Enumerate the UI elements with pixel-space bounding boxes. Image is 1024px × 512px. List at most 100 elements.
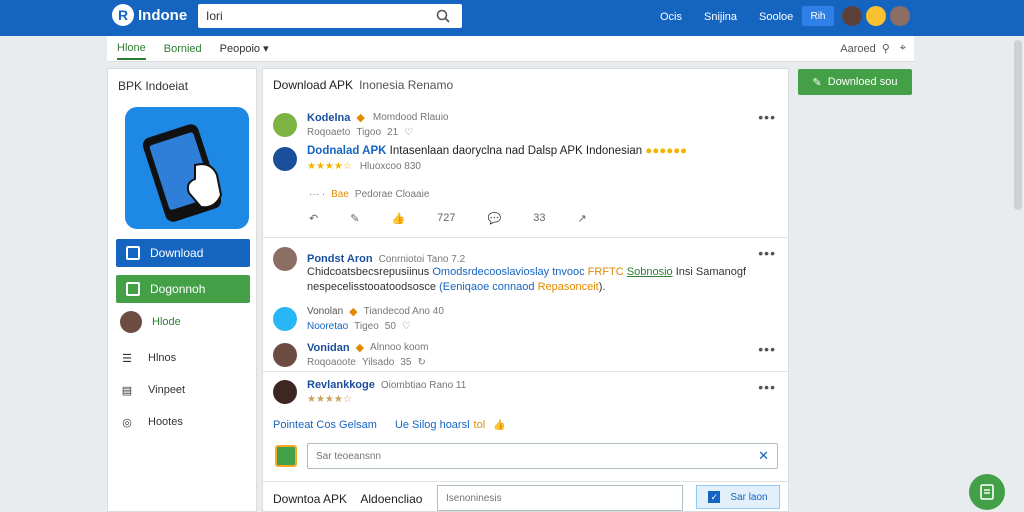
avatar[interactable] (273, 306, 297, 331)
download-now-button[interactable]: ✎ Downloed sou (798, 69, 912, 95)
bottom-input[interactable] (446, 492, 676, 504)
sidebar-item-label: Vinpeet (148, 384, 186, 396)
avatar[interactable] (273, 247, 297, 271)
sidebar-item-home[interactable]: Hlode (120, 311, 181, 333)
post-link[interactable]: Ue Silog hoarsl (395, 419, 470, 431)
bottom-submit-button[interactable]: ✓ Sar laon (696, 485, 780, 509)
bottom-label-a: Downtoa APK (273, 492, 348, 506)
edit-icon[interactable]: ✎ (350, 212, 359, 225)
search-input[interactable] (206, 9, 426, 23)
document-icon (980, 484, 994, 500)
more-options-icon[interactable]: ••• (758, 379, 776, 395)
post-author[interactable]: Vonidan (307, 342, 350, 354)
post-text: Dodnalad APK Intasenlaan daoryclna nad D… (307, 145, 687, 157)
subbar-right-label[interactable]: Aaroed (840, 43, 875, 55)
post-meta: 21 (387, 127, 399, 138)
post-1-body: Dodnalad APK Intasenlaan daoryclna nad D… (273, 145, 687, 172)
page-title-main: Download APK (273, 78, 354, 92)
nav-item-1[interactable]: Ocis (660, 11, 682, 23)
logo[interactable]: R Indone (112, 4, 187, 26)
post-author[interactable]: Vonolan (307, 306, 343, 317)
emoji-icon[interactable] (866, 6, 886, 26)
logo-icon: R (112, 4, 134, 26)
tab-home[interactable]: Hlone (117, 38, 146, 60)
comment-icon[interactable]: 💬 (488, 212, 502, 225)
filter-icon[interactable]: ⚲ (882, 42, 890, 55)
post-meta: Momdood Rlauio (372, 112, 449, 123)
floating-action-button[interactable] (969, 474, 1005, 510)
bottom-label-b: Aldoencliao (360, 492, 423, 506)
comment-input[interactable] (316, 450, 736, 462)
post-author[interactable]: Revlankkoge (307, 379, 375, 391)
post-link[interactable]: Pointeat Cos Gelsam (273, 419, 377, 431)
like-icon[interactable]: ♡ (402, 321, 411, 332)
scrollbar[interactable] (1014, 40, 1022, 210)
bottom-input-field[interactable] (437, 485, 683, 511)
search-bar[interactable] (198, 4, 462, 28)
post-meta: Yilsado (361, 357, 395, 368)
post-author[interactable]: Pondst Aron (307, 253, 373, 265)
post-tag[interactable]: Bae (331, 189, 349, 200)
post-link-badge: tol (473, 419, 486, 431)
post-3: Vonolan ◆ Tiandecod Ano 40 Nooretao Tige… (273, 305, 450, 332)
like-icon[interactable]: ♡ (404, 127, 413, 138)
tab-people[interactable]: Peopoio ▾ (220, 38, 269, 59)
like-count: 727 (437, 212, 456, 224)
bottom-submit-label: Sar laon (730, 491, 768, 503)
thumbs-up-icon[interactable]: 👍 (391, 212, 405, 225)
avatar[interactable] (273, 146, 297, 171)
main-feed: Download APK Inonesia Renamo Kodelna ◆ Mo… (262, 68, 789, 512)
sidebar-item-label: Hlnos (148, 352, 177, 364)
divider (263, 237, 788, 238)
comment-count: 33 (533, 212, 546, 224)
post-meta: Nooretao (307, 321, 349, 332)
reply-icon[interactable]: ↶ (309, 212, 318, 225)
tablet-hand-icon (142, 124, 223, 222)
post-text-link[interactable]: Sobnosio (627, 266, 673, 278)
post-text-content: Intasenlaan daoryclna nad Dalsp APK Indo… (389, 145, 643, 157)
more-options-icon[interactable]: ••• (758, 245, 776, 261)
close-icon[interactable]: ✕ (758, 448, 769, 464)
post-meta: Conrniotoi Tano 7.2 (378, 253, 466, 265)
share-icon[interactable]: ↗ (577, 212, 586, 225)
post-links: Pointeat Cos Gelsam Ue Silog hoarsl tol … (273, 419, 512, 431)
post-author[interactable]: Kodelna (307, 112, 350, 124)
document-icon: ▤ (121, 384, 133, 397)
nav-item-3[interactable]: Sooloe (759, 11, 793, 23)
nav-button[interactable]: Rih (802, 6, 834, 26)
post-meta: 50 (384, 321, 396, 332)
avatar[interactable] (273, 380, 297, 404)
more-options-icon[interactable]: ••• (758, 341, 776, 357)
more-options-icon[interactable]: ••• (758, 109, 776, 125)
avatar[interactable] (273, 342, 297, 367)
post-meta: Oiombtiao Rano 11 (380, 379, 467, 391)
thumbs-up-icon[interactable]: 👍 (493, 420, 505, 431)
nav-item-2[interactable]: Snijina (704, 11, 737, 23)
download-label: Download (150, 246, 204, 260)
profile-avatar[interactable] (890, 6, 910, 26)
post-text-part: Chidcoatsbecsrepusiinus (307, 266, 430, 278)
bookmark-icon[interactable]: ⌖ (900, 42, 906, 55)
post-text-part: Repasonceit (537, 281, 599, 293)
avatar[interactable] (273, 112, 297, 137)
sidebar-item-search[interactable]: ◎ Hootes (120, 415, 183, 429)
post-meta: Alnnoo koom (370, 342, 429, 353)
post-text-part: Omodsrdecooslavioslay tnvooc (432, 266, 585, 278)
download-button[interactable]: Download (116, 239, 250, 267)
rating-stars: ★★★★☆ (307, 394, 352, 405)
share-icon[interactable]: ↻ (418, 357, 426, 368)
comment-field[interactable]: ✕ (307, 443, 778, 469)
tab-borned[interactable]: Bornied (164, 39, 202, 59)
user-avatar[interactable] (842, 6, 862, 26)
sidebar-item-report[interactable]: ▤ Vinpeet (120, 383, 185, 397)
logo-text: Indone (138, 6, 188, 24)
search-icon[interactable] (436, 9, 450, 23)
edit-icon: ✎ (812, 76, 822, 89)
post-text-part: FRFTC (587, 266, 624, 278)
sidebar-item-label: Hlode (152, 316, 181, 328)
search-circle-icon: ◎ (122, 416, 132, 429)
post-meta: Tigoo (356, 127, 382, 138)
sidebar-item-news[interactable]: ☰ Hlnos (120, 351, 176, 365)
page-title-sub: Inonesia Renamo (359, 78, 454, 92)
green-action-button[interactable]: Dogonnoh (116, 275, 250, 303)
